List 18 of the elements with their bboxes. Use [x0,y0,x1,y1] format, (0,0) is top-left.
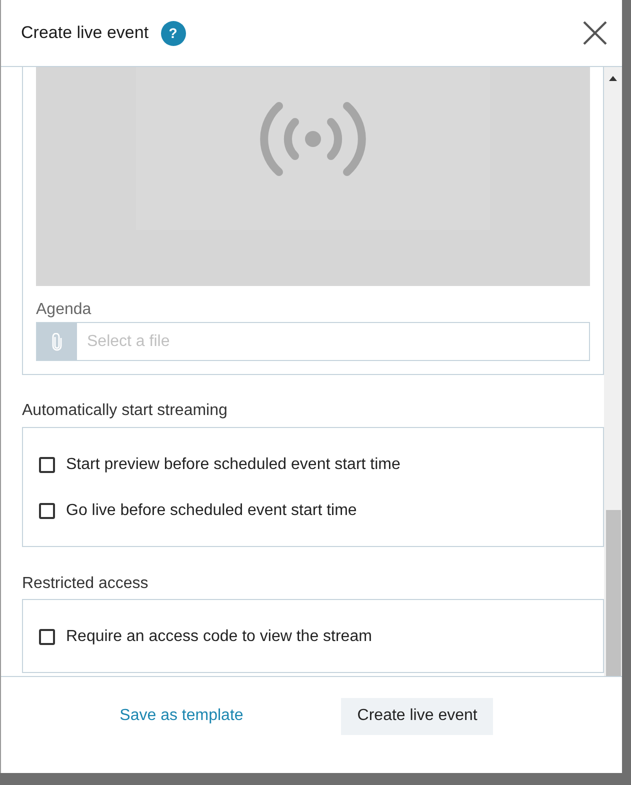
section-heading: Restricted access [22,574,150,594]
scroll-up-arrow-icon[interactable] [609,76,618,81]
agenda-label: Agenda [36,300,92,320]
create-event-button[interactable]: Create live event [341,698,494,734]
scrollbar-thumb[interactable] [606,510,621,676]
help-button[interactable]: ? [160,20,186,46]
checkbox[interactable] [39,629,55,645]
dialog-title: Create live event [21,23,149,43]
checkbox[interactable] [39,457,55,473]
paperclip-icon [52,332,62,350]
section-heading: Automatically start streaming [22,401,228,421]
save-template-link[interactable]: Save as template [120,707,244,725]
checkbox[interactable] [39,503,55,519]
scrollbar[interactable] [604,67,622,676]
checkbox-label[interactable]: Start preview before scheduled event start time [66,456,400,474]
checkbox-label[interactable]: Require an access code to view the stream [66,628,372,646]
checkbox-label[interactable]: Go live before scheduled event start time [66,502,357,520]
close-icon[interactable] [583,21,607,45]
